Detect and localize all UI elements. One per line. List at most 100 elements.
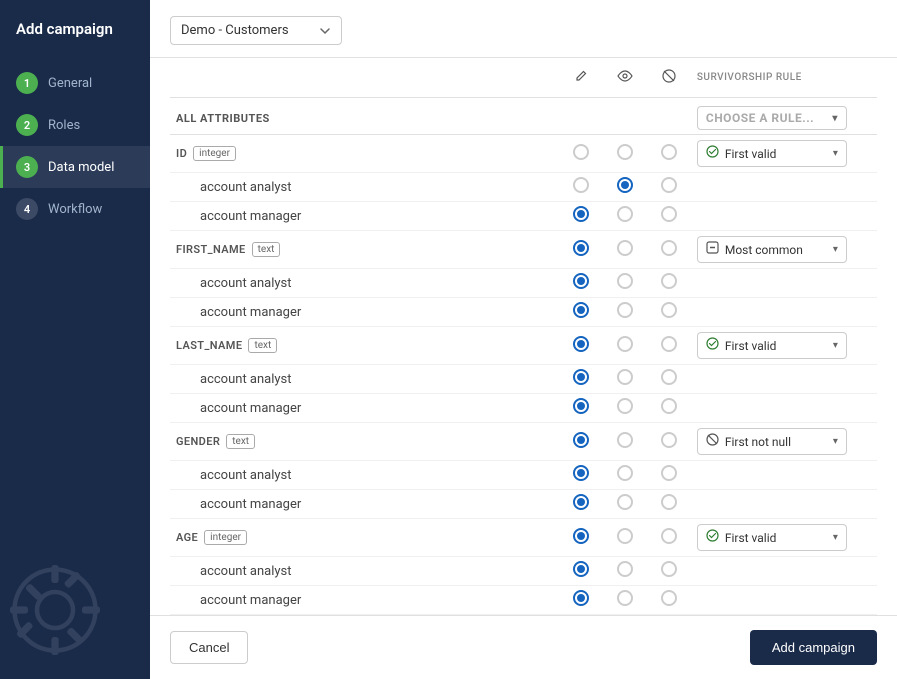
sub-row-label: account manager [170, 586, 559, 615]
rule-select[interactable]: Most common▾ [697, 236, 847, 263]
field-row-age: AGEinteger First valid ▾ [170, 519, 877, 557]
radio-button[interactable] [617, 240, 633, 256]
radio-button[interactable] [573, 206, 589, 222]
sidebar-item-label-data-model: Data model [48, 160, 114, 175]
radio-button[interactable] [617, 590, 633, 606]
rule-label: First valid [725, 531, 827, 545]
radio-button[interactable] [573, 494, 589, 510]
radio-button[interactable] [661, 398, 677, 414]
rule-label: First valid [725, 147, 827, 161]
sub-row: account analyst [170, 557, 877, 586]
radio-button[interactable] [661, 465, 677, 481]
sidebar: Add campaign 1 General 2 Roles 3 Data mo… [0, 0, 150, 679]
radio-button[interactable] [573, 177, 589, 193]
radio-button[interactable] [661, 432, 677, 448]
radio-button[interactable] [661, 177, 677, 193]
radio-button[interactable] [617, 494, 633, 510]
sub-row-label: account analyst [170, 365, 559, 394]
radio-button[interactable] [573, 336, 589, 352]
sub-row: account analyst [170, 461, 877, 490]
type-badge: text [248, 338, 277, 353]
radio-button[interactable] [661, 369, 677, 385]
radio-button[interactable] [661, 561, 677, 577]
radio-button[interactable] [617, 561, 633, 577]
sidebar-item-label-workflow: Workflow [48, 202, 102, 217]
radio-button[interactable] [573, 528, 589, 544]
radio-button[interactable] [573, 432, 589, 448]
field-row-gender: GENDERtext First not null▾ [170, 423, 877, 461]
radio-button[interactable] [661, 302, 677, 318]
field-row-first-name: FIRST_NAMEtext Most common▾ [170, 231, 877, 269]
radio-button[interactable] [573, 273, 589, 289]
sub-row-label: account analyst [170, 461, 559, 490]
radio-button[interactable] [661, 144, 677, 160]
radio-button[interactable] [573, 144, 589, 160]
radio-button[interactable] [617, 302, 633, 318]
sidebar-item-workflow[interactable]: 4 Workflow [0, 188, 150, 230]
radio-button[interactable] [661, 273, 677, 289]
field-label: AGEinteger [170, 519, 559, 557]
radio-button[interactable] [617, 144, 633, 160]
step-number-3: 3 [16, 156, 38, 178]
rule-label: First not null [725, 435, 827, 449]
radio-button[interactable] [617, 273, 633, 289]
radio-button[interactable] [573, 590, 589, 606]
hide-column-header [647, 58, 691, 98]
rule-icon [706, 433, 719, 450]
slash-eye-icon [661, 68, 677, 84]
all-attributes-label: ALL ATTRIBUTES [170, 98, 559, 135]
main-content: Demo - Customers [150, 0, 897, 679]
radio-button[interactable] [617, 206, 633, 222]
sidebar-item-label-general: General [48, 76, 92, 91]
radio-button[interactable] [573, 398, 589, 414]
table-area: SURVIVORSHIP RULE ALL ATTRIBUTES Choose … [150, 58, 897, 615]
sidebar-item-general[interactable]: 1 General [0, 62, 150, 104]
cancel-button[interactable]: Cancel [170, 631, 248, 664]
radio-button[interactable] [617, 369, 633, 385]
sub-row: account manager [170, 490, 877, 519]
sub-row: account manager [170, 394, 877, 423]
topbar: Demo - Customers [150, 0, 897, 58]
step-number-1: 1 [16, 72, 38, 94]
field-row-last-name: LAST_NAMEtext First valid▾ [170, 327, 877, 365]
radio-button[interactable] [573, 302, 589, 318]
radio-button[interactable] [661, 494, 677, 510]
chevron-down-icon: ▾ [832, 113, 838, 124]
sidebar-item-data-model[interactable]: 3 Data model [0, 146, 150, 188]
radio-button[interactable] [617, 432, 633, 448]
radio-button[interactable] [573, 561, 589, 577]
field-label: LAST_NAMEtext [170, 327, 559, 365]
sidebar-item-roles[interactable]: 2 Roles [0, 104, 150, 146]
sub-row: account analyst [170, 365, 877, 394]
rule-select[interactable]: First valid ▾ [697, 140, 847, 167]
attributes-table: SURVIVORSHIP RULE ALL ATTRIBUTES Choose … [170, 58, 877, 615]
radio-button[interactable] [661, 590, 677, 606]
chevron-down-icon: ▾ [833, 532, 838, 543]
radio-button[interactable] [617, 336, 633, 352]
sub-row: account manager [170, 202, 877, 231]
radio-button[interactable] [573, 240, 589, 256]
dataset-select[interactable]: Demo - Customers [170, 16, 342, 45]
field-label: GENDERtext [170, 423, 559, 461]
radio-button[interactable] [617, 528, 633, 544]
radio-button[interactable] [661, 206, 677, 222]
radio-button[interactable] [617, 465, 633, 481]
sub-row-label: account analyst [170, 173, 559, 202]
sub-row: account analyst [170, 173, 877, 202]
radio-button[interactable] [661, 240, 677, 256]
radio-button[interactable] [661, 336, 677, 352]
radio-button[interactable] [573, 369, 589, 385]
rule-select[interactable]: First valid ▾ [697, 524, 847, 551]
rule-select[interactable]: Choose a rule... ▾ [697, 106, 847, 130]
rule-select[interactable]: First not null▾ [697, 428, 847, 455]
field-label: FIRST_NAMEtext [170, 231, 559, 269]
rule-select[interactable]: First valid▾ [697, 332, 847, 359]
all-attributes-row: ALL ATTRIBUTES Choose a rule... ▾ [170, 98, 877, 135]
chevron-down-icon: ▾ [833, 148, 838, 159]
rule-label: Choose a rule... [706, 111, 826, 125]
radio-button[interactable] [617, 177, 633, 193]
radio-button[interactable] [573, 465, 589, 481]
radio-button[interactable] [661, 528, 677, 544]
add-campaign-button[interactable]: Add campaign [750, 630, 877, 665]
radio-button[interactable] [617, 398, 633, 414]
